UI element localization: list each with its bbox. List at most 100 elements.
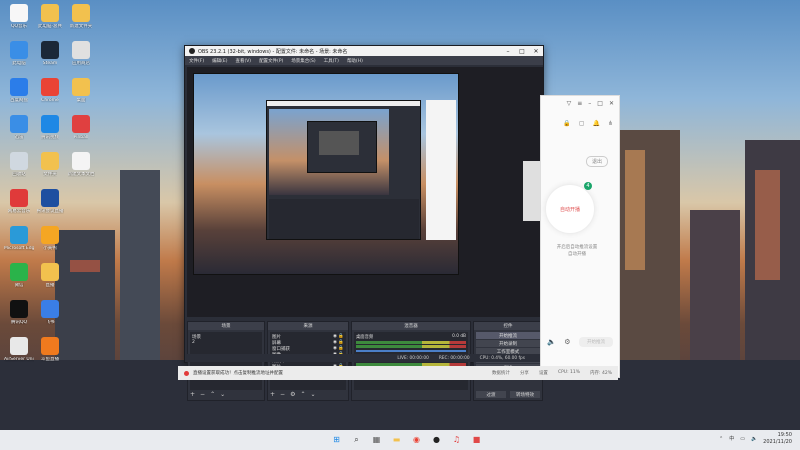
notification-bar: 直播设置获取成功！点击复制推流地址并配置 数据统计 分享 设置 CPU: 11% 内存:… (178, 366, 618, 380)
start-stream-button[interactable]: 开始推流 (579, 337, 613, 347)
exit-button[interactable]: 退出 (586, 156, 609, 167)
ime-indicator[interactable]: 中 (729, 435, 734, 442)
remove-scene-icon[interactable]: − (200, 391, 205, 399)
cloud-icon (10, 78, 28, 96)
menu-item[interactable]: 查看(V) (235, 58, 251, 64)
minimize-icon[interactable]: – (588, 100, 591, 108)
menu-item[interactable]: 场景集合(S) (291, 58, 315, 64)
move-up-icon[interactable]: ⌃ (210, 391, 215, 399)
desktop-shortcut[interactable]: 网易云音乐 (4, 189, 34, 226)
chevron-up-icon[interactable]: ⌃ (719, 436, 723, 442)
menu-item[interactable]: 文件(F) (189, 58, 204, 64)
move-up-icon[interactable]: ⌃ (300, 391, 305, 399)
desktop-shortcut[interactable]: 桌面 (66, 78, 96, 115)
camera-icon (41, 189, 59, 207)
bell-icon[interactable]: 🔔 (592, 120, 599, 127)
obs-icon[interactable]: ● (430, 433, 443, 446)
menu-item[interactable]: 帮助(H) (347, 58, 363, 64)
mode-button[interactable]: 过渡 (476, 391, 506, 398)
move-down-icon[interactable]: ⌄ (220, 391, 225, 399)
folder-icon[interactable]: ▬ (390, 433, 403, 446)
desktop-shortcut[interactable]: 微信 (4, 263, 34, 300)
desktop-shortcut[interactable]: 斗鱼直播 (35, 337, 65, 374)
desktop-shortcut[interactable]: 此电脑·总共 (35, 4, 65, 41)
desktop-shortcut (66, 189, 96, 226)
control-button[interactable]: 开始推流 (476, 332, 540, 339)
desktop-shortcut[interactable]: 百度网盘 (4, 78, 34, 115)
source-settings-gear-icon[interactable]: ⚙ (290, 391, 295, 399)
clock[interactable]: 19:50 2021/11/20 (763, 432, 792, 445)
desktop-shortcut[interactable]: 腾讯QQ (4, 300, 34, 337)
minimize-icon[interactable]: – (501, 48, 515, 55)
auto-start-button[interactable]: 自动开播 (545, 184, 595, 234)
close-icon[interactable]: ✕ (529, 48, 543, 55)
netease-icon[interactable]: ♫ (450, 433, 463, 446)
speaker-icon[interactable]: 🔈 (547, 338, 556, 346)
desktop-shortcut[interactable]: 回收站 (4, 152, 34, 189)
obs-menubar: 文件(F) 编辑(E) 查看(V) 配置文件(P) 场景集合(S) 工具(T) 帮助(H) (185, 56, 543, 65)
volume-icon[interactable]: 🔈 (751, 436, 757, 442)
start-icon[interactable]: ⊞ (330, 433, 343, 446)
desktop-shortcut[interactable]: Steam (35, 41, 65, 78)
notification-action[interactable]: 数据统计 (492, 370, 510, 376)
desktop-shortcut[interactable]: 腾讯会议直播 (35, 189, 65, 226)
desktop-shortcut[interactable]: Pinball (66, 115, 96, 152)
chrome-icon[interactable]: ◉ (410, 433, 423, 446)
desktop-shortcut[interactable]: 飞书 (35, 300, 65, 337)
desktop-shortcut[interactable]: 应用商店 (66, 41, 96, 78)
desktop-shortcut[interactable]: 新建文本文档 (66, 152, 96, 189)
mixer-channel-db: 0.0 dB (452, 334, 466, 339)
desktop-shortcut-label: 腾讯QQ (10, 320, 28, 325)
menu-item[interactable]: 编辑(E) (212, 58, 227, 64)
remove-source-icon[interactable]: − (280, 391, 285, 399)
desktop-shortcut[interactable]: 此电脑 (4, 41, 34, 78)
volume-slider[interactable] (356, 350, 466, 352)
shirt-icon[interactable]: ▽ (567, 100, 572, 108)
desktop-shortcut[interactable]: 直播 (35, 263, 65, 300)
menu-icon[interactable]: ≡ (577, 100, 582, 108)
maximize-icon[interactable]: □ (597, 100, 603, 108)
folder-icon (72, 78, 90, 96)
obs-preview-canvas[interactable] (187, 67, 543, 317)
mixer-channel-header: 桌面音频 0.0 dB (356, 334, 466, 340)
settings-gear-icon[interactable]: ⚙ (564, 338, 570, 346)
desktop-shortcut[interactable]: Chrome (35, 78, 65, 115)
explorer-icon[interactable]: ▦ (370, 433, 383, 446)
desktop-shortcut[interactable]: 小黄鸭 (35, 226, 65, 263)
desktop-shortcut[interactable]: QQ音乐 (4, 4, 34, 41)
close-icon[interactable]: ✕ (609, 100, 614, 108)
desktop-shortcut-label: 小黄鸭 (43, 246, 57, 251)
share-icon[interactable]: ⋔ (608, 120, 613, 127)
search-icon[interactable]: ⌕ (350, 433, 363, 446)
system-tray: ⌃ 中 ▭ 🔈 19:50 2021/11/20 (719, 432, 792, 445)
box-icon[interactable]: ▢ (579, 120, 585, 127)
obs-titlebar[interactable]: OBS 23.2.1 (32-bit, windows) - 配置文件: 未命名… (185, 46, 543, 56)
scene-item[interactable]: 2 (192, 340, 260, 346)
notification-action[interactable]: 内存: 42% (590, 370, 612, 376)
desktop-shortcut[interactable]: AirServer Univers... (4, 337, 34, 374)
mixer-channel: 桌面音频 0.0 dB (356, 334, 466, 352)
app-icon[interactable]: ■ (470, 433, 483, 446)
menu-item[interactable]: 配置文件(P) (259, 58, 283, 64)
desktop-shortcut-label: Microsoft Edge (4, 246, 34, 251)
move-down-icon[interactable]: ⌄ (310, 391, 315, 399)
add-source-icon[interactable]: + (270, 391, 275, 399)
notification-action[interactable]: 设置 (539, 370, 548, 376)
lock-icon[interactable]: 🔒 (563, 120, 570, 127)
maximize-icon[interactable]: □ (515, 48, 529, 55)
notification-text[interactable]: 直播设置获取成功！点击复制推流地址并配置 (193, 370, 283, 376)
menu-item[interactable]: 工具(T) (324, 58, 339, 64)
desktop-shortcut[interactable]: 文件夹 (35, 152, 65, 189)
mode-button[interactable]: 转场特效 (510, 391, 540, 398)
desktop-shortcut[interactable]: 新建文件夹 (66, 4, 96, 41)
desc-line-2: 自动开播 (568, 252, 586, 258)
notification-action[interactable]: CPU: 11% (558, 370, 580, 376)
control-button[interactable]: 开始录制 (476, 340, 540, 347)
auto-start-description: 开启后自动推流设置 自动开播 (547, 244, 607, 258)
notification-action[interactable]: 分享 (520, 370, 529, 376)
add-scene-icon[interactable]: + (190, 391, 195, 399)
desktop-shortcut[interactable]: 迅雷 (4, 115, 34, 152)
desktop-shortcut[interactable]: 腾讯视频 (35, 115, 65, 152)
desktop-shortcut[interactable]: Microsoft Edge (4, 226, 34, 263)
network-icon[interactable]: ▭ (740, 436, 745, 442)
